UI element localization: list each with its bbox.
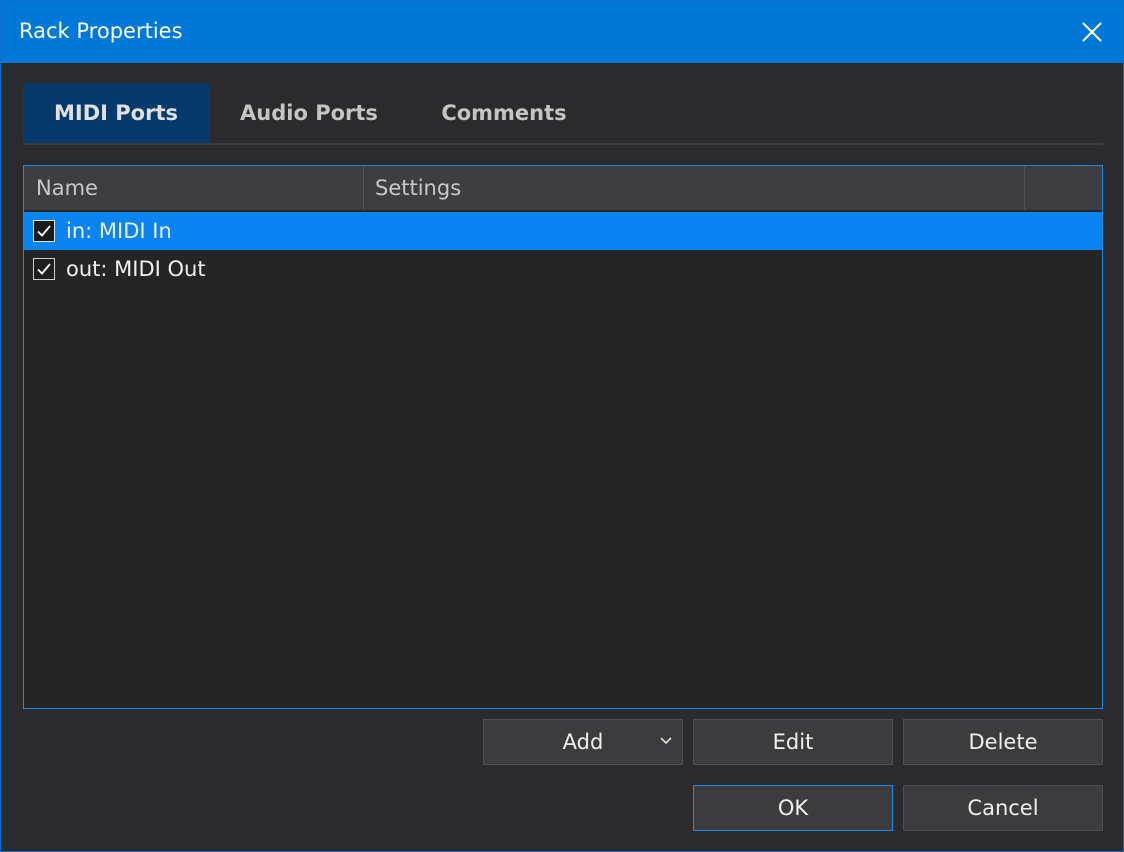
port-name: out: MIDI Out [66, 257, 206, 281]
checkmark-icon [37, 225, 51, 237]
ok-button[interactable]: OK [693, 785, 893, 831]
column-header-extra[interactable] [1024, 166, 1102, 210]
list-item[interactable]: in: MIDI In [24, 212, 1102, 250]
add-button[interactable]: Add [483, 719, 683, 765]
row-checkbox[interactable] [33, 220, 55, 242]
add-button-label: Add [562, 730, 604, 754]
tab-audio-ports[interactable]: Audio Ports [221, 83, 397, 143]
close-icon [1082, 22, 1102, 42]
column-header-settings[interactable]: Settings [363, 166, 1024, 210]
cancel-button[interactable]: Cancel [903, 785, 1103, 831]
tab-comments[interactable]: Comments [419, 83, 589, 143]
row-checkbox[interactable] [33, 258, 55, 280]
list-header: Name Settings [24, 166, 1102, 210]
edit-button[interactable]: Edit [693, 719, 893, 765]
checkmark-icon [37, 263, 51, 275]
tab-divider [23, 143, 1103, 145]
delete-button[interactable]: Delete [903, 719, 1103, 765]
close-button[interactable] [1061, 1, 1123, 63]
chevron-down-icon [660, 737, 672, 745]
tab-bar: MIDI Ports Audio Ports Comments [23, 83, 1103, 145]
port-name: in: MIDI In [66, 219, 172, 243]
column-header-name[interactable]: Name [24, 166, 363, 210]
tab-midi-ports[interactable]: MIDI Ports [23, 83, 209, 143]
list-item[interactable]: out: MIDI Out [24, 250, 1102, 288]
ports-list[interactable]: Name Settings in: MIDI In out: MIDI Out [23, 165, 1103, 709]
window-title: Rack Properties [19, 19, 183, 43]
rack-properties-dialog: Rack Properties MIDI Ports Audio Ports C… [0, 0, 1124, 852]
title-bar[interactable]: Rack Properties [1, 1, 1123, 63]
